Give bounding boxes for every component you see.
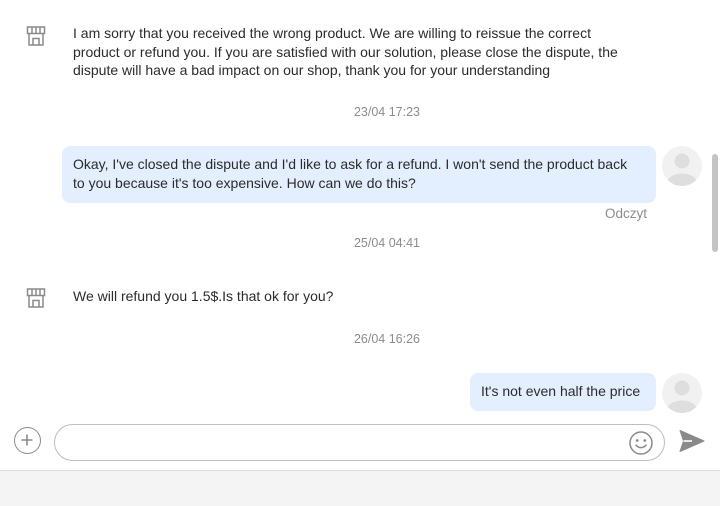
shop-icon — [26, 26, 46, 46]
user-avatar-icon — [662, 373, 702, 413]
message-timestamp: 23/04 17:23 — [353, 105, 421, 119]
smiley-icon[interactable] — [628, 430, 654, 456]
user-message-bubble: It's not even half the price — [470, 373, 656, 411]
user-message-bubble: Okay, I've closed the dispute and I'd li… — [62, 146, 656, 203]
message-line: dispute will have a bad impact on our sh… — [73, 62, 551, 78]
shop-message: We will refund you 1.5$.Is that ok for y… — [73, 288, 334, 304]
message-line: product or refund you. If you are satisf… — [73, 43, 618, 60]
plus-icon — [21, 434, 33, 446]
add-attachment-button[interactable] — [14, 427, 41, 454]
message-line: It's not even half the price — [481, 383, 641, 399]
read-status: Odczyt — [605, 206, 648, 221]
send-icon[interactable] — [679, 429, 705, 453]
message-timestamp: 26/04 16:26 — [353, 332, 421, 346]
message-timestamp: 25/04 04:41 — [353, 236, 421, 250]
message-input-field[interactable] — [54, 424, 665, 461]
chat-panel: I am sorry that you received the wrong p… — [0, 0, 720, 471]
message-list[interactable]: I am sorry that you received the wrong p… — [0, 0, 710, 413]
shop-message: I am sorry that you received the wrong p… — [73, 24, 618, 80]
message-line: I am sorry that you received the wrong p… — [73, 25, 591, 41]
message-line: Okay, I've closed the dispute and I'd li… — [73, 156, 628, 172]
message-line: to you because it's too expensive. How c… — [73, 175, 416, 191]
message-input[interactable] — [69, 431, 623, 455]
shop-icon — [26, 288, 46, 308]
user-avatar-icon — [662, 146, 702, 186]
message-composer — [0, 413, 720, 470]
scrollbar-thumb[interactable] — [712, 154, 718, 252]
